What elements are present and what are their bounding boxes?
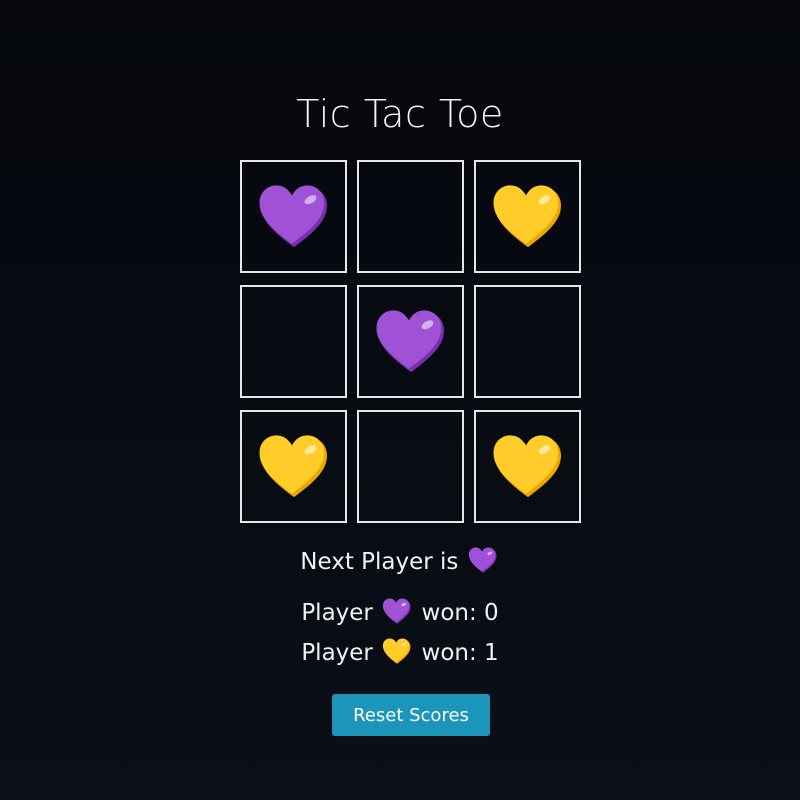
yellow-heart-icon <box>491 434 565 500</box>
next-player-icon <box>468 547 498 574</box>
board-cell-9[interactable] <box>474 410 581 523</box>
board-cell-6[interactable] <box>474 285 581 398</box>
board-cell-8[interactable] <box>357 410 464 523</box>
score-value: won: 1 <box>421 640 499 666</box>
board-cell-5[interactable] <box>357 285 464 398</box>
yellow-heart-icon <box>382 638 412 665</box>
game-title: Tic Tac Toe <box>296 92 504 136</box>
yellow-heart-icon <box>491 184 565 250</box>
score-label-prefix: Player <box>301 600 373 626</box>
purple-heart-icon <box>382 598 412 625</box>
board-cell-1[interactable] <box>240 160 347 273</box>
next-player-label: Next Player is <box>300 549 459 575</box>
player-yellow-score: Player won: 1 <box>0 638 800 666</box>
board-cell-7[interactable] <box>240 410 347 523</box>
score-value: won: 0 <box>421 600 499 626</box>
purple-heart-icon <box>257 184 331 250</box>
game-board <box>240 160 582 524</box>
board-cell-4[interactable] <box>240 285 347 398</box>
purple-heart-icon <box>374 309 448 375</box>
player-purple-score: Player won: 0 <box>0 598 800 626</box>
score-label-prefix: Player <box>301 640 373 666</box>
next-player-status: Next Player is <box>0 547 800 575</box>
yellow-heart-icon <box>257 434 331 500</box>
reset-scores-button[interactable]: Reset Scores <box>332 694 490 736</box>
board-cell-2[interactable] <box>357 160 464 273</box>
board-cell-3[interactable] <box>474 160 581 273</box>
